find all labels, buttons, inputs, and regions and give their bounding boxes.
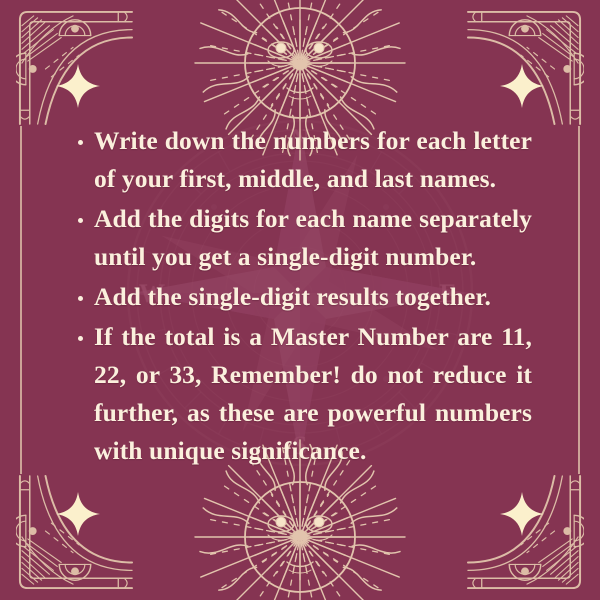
four-point-star-icon [500,492,544,536]
four-point-star-icon [500,64,544,108]
list-item: Add the digits for each name separately … [70,200,532,276]
list-item: Write down the numbers for each letter o… [70,122,532,198]
four-point-star-icon [56,64,100,108]
four-point-star-icon [56,492,100,536]
art-deco-corner-ornament [16,474,134,590]
vertical-divider [20,126,22,474]
art-deco-corner-ornament [466,474,584,590]
art-deco-corner-ornament [16,10,134,126]
poster-card: N E S W Write down the numbers for each … [0,0,600,600]
vertical-divider [578,126,580,474]
list-item: Add the single-digit results together. [70,278,532,316]
instructions-body: Write down the numbers for each letter o… [70,122,532,472]
art-deco-corner-ornament [466,10,584,126]
instruction-list: Write down the numbers for each letter o… [70,122,532,470]
list-item: If the total is a Master Number are 11, … [70,318,532,470]
